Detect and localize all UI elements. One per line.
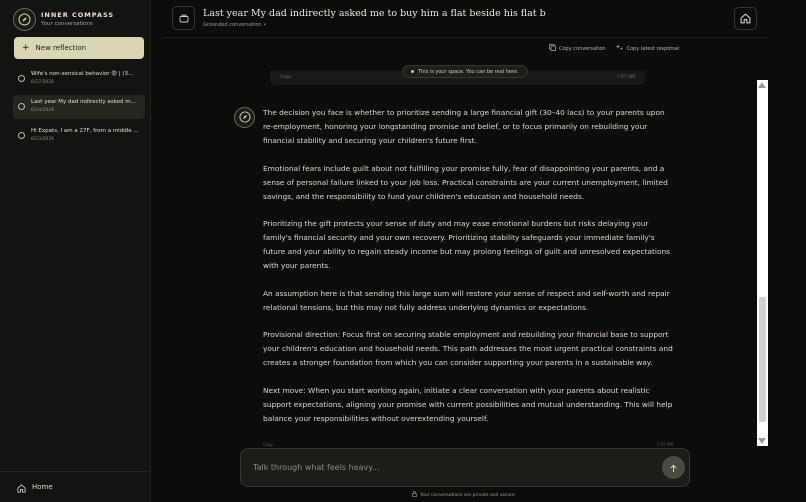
chat-scrollbar[interactable] bbox=[757, 80, 768, 446]
new-reflection-label: New reflection bbox=[35, 44, 87, 52]
message-paragraph: Prioritizing the gift protects your sens… bbox=[263, 219, 671, 270]
toast-text: This is your space. You can be real here… bbox=[418, 68, 519, 75]
conversation-header: Last year My dad indirectly asked me to … bbox=[162, 0, 768, 38]
inbox-icon bbox=[172, 6, 195, 30]
conversation-title: Last year My dad indirectly asked m... bbox=[31, 99, 136, 105]
conversation-title: Wife's non-sensical behavior 😡 | (3... bbox=[31, 71, 134, 77]
assistant-message: The decision you face is whether to prio… bbox=[263, 106, 673, 439]
brand-subtitle: Your conversations bbox=[41, 20, 93, 27]
conversation-actions: Copy conversation Copy latest response bbox=[549, 44, 679, 53]
conversation-date: 6/24/2026 bbox=[31, 108, 55, 113]
status-dot-icon bbox=[411, 70, 414, 73]
conversation-date: 6/27/2026 bbox=[31, 80, 55, 85]
home-label: Home bbox=[32, 483, 53, 491]
brand: INNER COMPASS Your conversations bbox=[13, 8, 114, 31]
home-nav-item[interactable]: Home bbox=[0, 471, 150, 502]
message-input[interactable] bbox=[253, 460, 633, 474]
conversation-item[interactable]: Hi Expats, I am a 27F, from a middle ...… bbox=[13, 124, 145, 148]
copy-icon bbox=[549, 44, 556, 53]
scrollbar-thumb[interactable] bbox=[759, 297, 766, 422]
arrow-up-icon bbox=[669, 458, 678, 477]
message-paragraph: Next move: When you start working again,… bbox=[263, 385, 673, 423]
sparkle-icon bbox=[615, 44, 624, 53]
lock-icon bbox=[412, 491, 417, 499]
copy-conversation-label: Copy conversation bbox=[559, 45, 606, 52]
copy-link[interactable]: Copy bbox=[280, 75, 291, 81]
message-composer bbox=[240, 448, 690, 487]
welcome-toast: This is your space. You can be real here… bbox=[402, 65, 528, 78]
copy-latest-label: Copy latest response bbox=[626, 45, 680, 52]
sidebar: INNER COMPASS Your conversations + New r… bbox=[0, 0, 151, 502]
home-button[interactable] bbox=[734, 7, 757, 30]
compass-icon bbox=[13, 8, 36, 31]
message-paragraph: The decision you face is whether to prio… bbox=[263, 108, 665, 145]
conversation-item-active[interactable]: Last year My dad indirectly asked m... 6… bbox=[13, 95, 145, 119]
message-paragraph: An assumption here is that sending this … bbox=[263, 288, 670, 312]
page-title: Last year My dad indirectly asked me to … bbox=[203, 8, 546, 19]
message-paragraph: Emotional fears include guilt about not … bbox=[263, 163, 668, 201]
copy-latest-response-button[interactable]: Copy latest response bbox=[615, 44, 680, 53]
brand-title: INNER COMPASS bbox=[41, 10, 115, 19]
send-button[interactable] bbox=[662, 456, 685, 479]
new-reflection-button[interactable]: + New reflection bbox=[14, 37, 144, 59]
chat-bubble-icon bbox=[18, 132, 25, 139]
conversation-title: Hi Expats, I am a 27F, from a middle ... bbox=[31, 128, 139, 134]
conversation-item[interactable]: Wife's non-sensical behavior 😡 | (3... 6… bbox=[13, 67, 145, 91]
assistant-avatar bbox=[234, 107, 255, 128]
scroll-up-arrow-icon[interactable] bbox=[758, 82, 766, 88]
message-paragraph: Provisional direction: Focus first on se… bbox=[263, 330, 673, 367]
home-icon bbox=[740, 9, 751, 28]
message-time: 7:07 AM bbox=[616, 75, 636, 80]
home-icon bbox=[17, 478, 26, 497]
chat-bubble-icon bbox=[18, 103, 25, 110]
privacy-note: Your conversations are private and secur… bbox=[412, 491, 515, 499]
chat-bubble-icon bbox=[18, 75, 25, 82]
compass-icon bbox=[238, 108, 251, 127]
plus-icon: + bbox=[22, 42, 30, 53]
conversation-date: 6/23/2026 bbox=[31, 137, 55, 142]
scroll-down-arrow-icon[interactable] bbox=[758, 438, 766, 444]
privacy-text: Your conversations are private and secur… bbox=[420, 492, 515, 498]
copy-conversation-button[interactable]: Copy conversation bbox=[549, 44, 606, 53]
conversation-mode: Grounded conversation • bbox=[203, 22, 267, 28]
